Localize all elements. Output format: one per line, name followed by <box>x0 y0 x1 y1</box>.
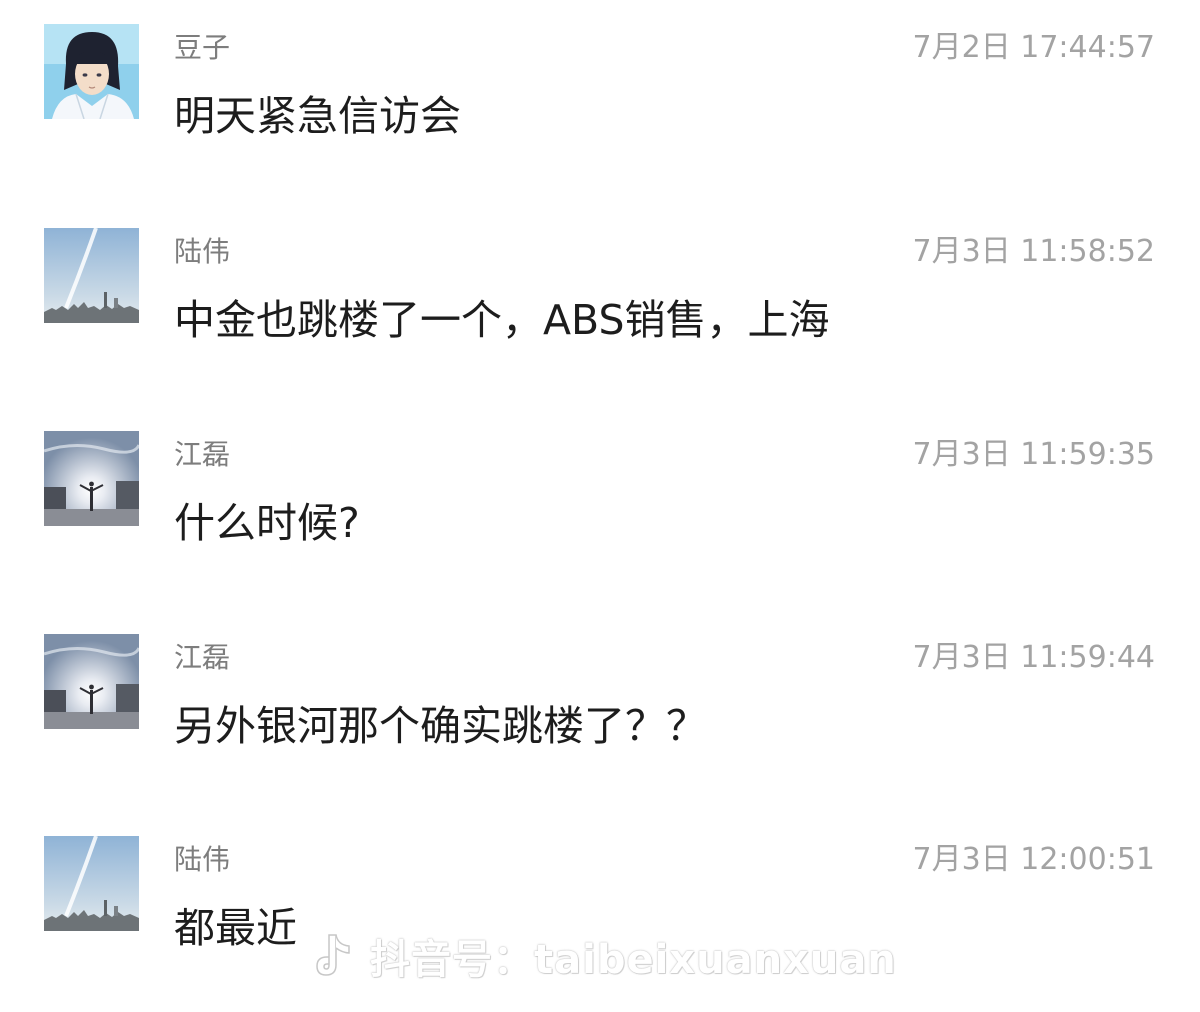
avatar[interactable] <box>44 431 139 526</box>
chat-message[interactable]: 江磊 7月3日 11:59:44 另外银河那个确实跳楼了？？ <box>0 610 1200 810</box>
douyin-watermark: 抖音号：taibeixuanxuan <box>312 926 897 986</box>
sky-contrail-avatar-icon <box>44 836 139 931</box>
message-timestamp: 7月2日 17:44:57 <box>912 30 1155 65</box>
sunset-person-avatar-icon <box>44 431 139 526</box>
watermark-text: 抖音号：taibeixuanxuan <box>370 937 897 983</box>
message-timestamp: 7月3日 11:59:44 <box>912 640 1155 675</box>
douyin-logo-icon <box>316 934 350 976</box>
sender-name: 江磊 <box>174 641 231 674</box>
sky-contrail-avatar-icon <box>44 228 139 323</box>
message-text: 明天紧急信访会 <box>174 92 461 140</box>
message-timestamp: 7月3日 11:59:35 <box>912 437 1155 472</box>
message-timestamp: 7月3日 12:00:51 <box>912 842 1155 877</box>
chat-message[interactable]: 江磊 7月3日 11:59:35 什么时候? <box>0 407 1200 607</box>
sender-name: 陆伟 <box>174 235 231 268</box>
message-text: 都最近 <box>174 904 297 952</box>
message-text: 另外银河那个确实跳楼了？？ <box>174 702 707 750</box>
chat-message[interactable]: 豆子 7月2日 17:44:57 明天紧急信访会 <box>0 0 1200 200</box>
sender-name: 豆子 <box>174 31 231 64</box>
avatar[interactable] <box>44 634 139 729</box>
sunset-person-avatar-icon <box>44 634 139 729</box>
avatar[interactable] <box>44 24 139 119</box>
avatar[interactable] <box>44 836 139 931</box>
message-text: 中金也跳楼了一个，ABS销售，上海 <box>174 296 830 344</box>
chat-message[interactable]: 陆伟 7月3日 11:58:52 中金也跳楼了一个，ABS销售，上海 <box>0 204 1200 404</box>
message-timestamp: 7月3日 11:58:52 <box>912 234 1155 269</box>
message-text: 什么时候? <box>174 499 360 547</box>
avatar[interactable] <box>44 228 139 323</box>
sender-name: 江磊 <box>174 438 231 471</box>
chat-message-list: 豆子 7月2日 17:44:57 明天紧急信访会 陆伟 7月3日 11:58:5… <box>0 0 1200 1005</box>
anime-girl-avatar-icon <box>44 24 139 119</box>
sender-name: 陆伟 <box>174 843 231 876</box>
